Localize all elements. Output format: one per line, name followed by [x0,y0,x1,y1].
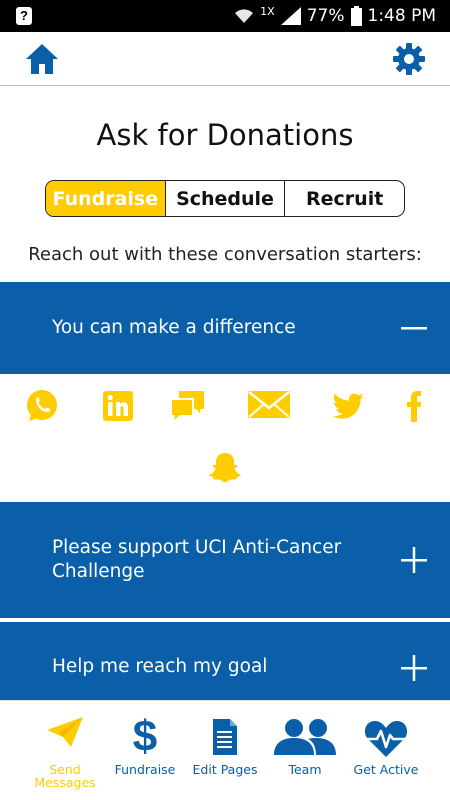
accordion-item-difference[interactable]: You can make a difference [0,282,450,374]
bottom-nav: Send Messages $ Fundraise Edit Pages Tea… [0,700,450,800]
accordion-title: You can make a difference [52,317,296,338]
tab-fundraise[interactable]: Fundraise [46,181,166,216]
status-bar: ? 1X 77% 1:48 PM [0,0,450,32]
twitter-icon[interactable] [330,388,366,424]
nav-fundraise[interactable]: $ Fundraise [110,701,180,800]
plus-icon[interactable] [400,654,428,682]
wifi-icon [235,9,254,23]
accordion-title: Help me reach my goal [52,656,268,677]
accordion-title: Please support UCI Anti-Cancer Challenge [52,537,342,582]
nav-edit-pages[interactable]: Edit Pages [185,701,265,800]
email-icon[interactable] [247,386,291,422]
linkedin-icon[interactable] [100,388,136,424]
minus-icon[interactable] [400,314,428,342]
accordion-item-support[interactable]: Please support UCI Anti-Cancer Challenge [0,502,450,618]
sms-icon[interactable] [170,388,206,424]
app-header [0,32,450,86]
document-icon [213,719,237,755]
svg-text:$: $ [133,713,157,757]
nav-get-active[interactable]: Get Active [345,701,427,800]
tab-recruit[interactable]: Recruit [285,181,404,216]
dollar-icon: $ [133,713,157,757]
home-icon[interactable] [24,42,60,76]
paper-plane-icon [47,717,83,747]
snapchat-icon[interactable] [207,450,243,486]
conversation-starters-label: Reach out with these conversation starte… [28,244,422,265]
signal-icon [280,7,301,25]
tab-schedule[interactable]: Schedule [166,181,286,216]
network-badge: 1X [260,4,275,18]
battery-percent: 77% [306,6,345,26]
plus-icon[interactable] [400,546,428,574]
heartbeat-icon [364,721,408,757]
tab-bar: Fundraise Schedule Recruit [45,180,405,217]
battery-icon [350,6,362,26]
facebook-icon[interactable] [400,388,428,424]
whatsapp-icon[interactable] [24,388,60,424]
accordion-item-goal[interactable]: Help me reach my goal [0,622,450,700]
notification-icon: ? [16,7,32,25]
nav-send-messages[interactable]: Send Messages [20,701,110,800]
nav-team[interactable]: Team [267,701,343,800]
team-icon [274,719,336,755]
page-title: Ask for Donations [96,118,354,152]
gear-icon[interactable] [392,42,426,76]
clock: 1:48 PM [367,6,437,26]
